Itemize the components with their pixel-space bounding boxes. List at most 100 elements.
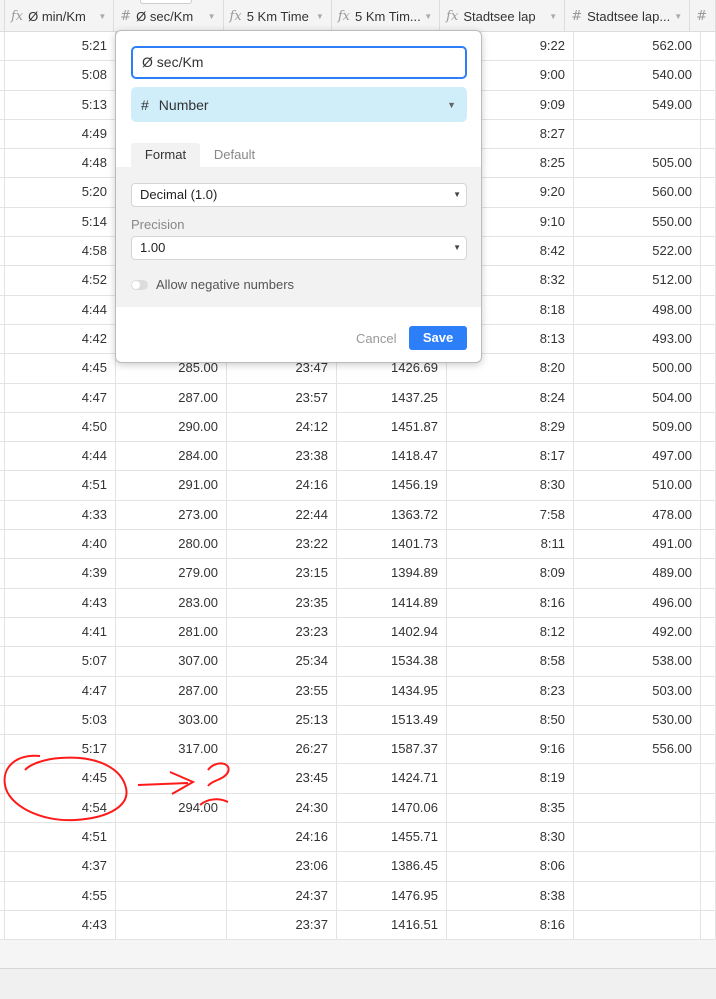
table-cell[interactable]: 538.00: [574, 647, 701, 676]
chevron-down-icon[interactable]: ▼: [316, 12, 324, 21]
table-cell[interactable]: 1451.87: [337, 412, 447, 442]
table-cell[interactable]: [701, 90, 716, 119]
table-cell[interactable]: 281.00: [116, 617, 227, 647]
table-cell[interactable]: [701, 823, 716, 852]
table-cell[interactable]: 23:22: [227, 530, 337, 559]
table-cell[interactable]: [701, 530, 716, 559]
table-cell[interactable]: 522.00: [574, 237, 701, 266]
table-cell[interactable]: 4:44: [5, 295, 116, 324]
table-cell[interactable]: [701, 764, 716, 793]
table-cell[interactable]: 512.00: [574, 266, 701, 295]
table-cell[interactable]: [574, 764, 701, 793]
table-cell[interactable]: [574, 793, 701, 823]
table-cell[interactable]: 290.00: [116, 412, 227, 442]
table-cell[interactable]: 1394.89: [337, 559, 447, 588]
column-header[interactable]: # Ø sec/Km ▼: [114, 0, 224, 32]
table-cell[interactable]: [701, 852, 716, 881]
tab-format[interactable]: Format: [131, 143, 200, 167]
table-cell[interactable]: 493.00: [574, 324, 701, 354]
table-cell[interactable]: 489.00: [574, 559, 701, 588]
chevron-down-icon[interactable]: ▼: [674, 12, 682, 21]
table-cell[interactable]: 4:44: [5, 442, 116, 471]
table-cell[interactable]: [701, 237, 716, 266]
table-cell[interactable]: [701, 793, 716, 823]
table-cell[interactable]: 5:03: [5, 705, 116, 735]
table-cell[interactable]: 500.00: [574, 354, 701, 383]
table-cell[interactable]: 5:14: [5, 207, 116, 237]
table-cell[interactable]: [701, 266, 716, 295]
table-cell[interactable]: 550.00: [574, 207, 701, 237]
table-cell[interactable]: 23:06: [227, 852, 337, 881]
cancel-button[interactable]: Cancel: [356, 331, 396, 346]
table-cell[interactable]: 4:55: [5, 881, 116, 910]
table-cell[interactable]: [701, 910, 716, 940]
table-cell[interactable]: 307.00: [116, 647, 227, 676]
table-cell[interactable]: 1418.47: [337, 442, 447, 471]
table-cell[interactable]: [701, 559, 716, 588]
table-cell[interactable]: 4:43: [5, 910, 116, 940]
table-cell[interactable]: 284.00: [116, 442, 227, 471]
table-cell[interactable]: 492.00: [574, 617, 701, 647]
table-cell[interactable]: 8:06: [447, 852, 574, 881]
table-cell[interactable]: [701, 207, 716, 237]
table-cell[interactable]: 8:11: [447, 530, 574, 559]
table-cell[interactable]: 4:42: [5, 324, 116, 354]
table-cell[interactable]: 303.00: [116, 705, 227, 735]
table-cell[interactable]: 24:37: [227, 881, 337, 910]
table-cell[interactable]: 5:13: [5, 90, 116, 119]
table-cell[interactable]: 23:15: [227, 559, 337, 588]
table-cell[interactable]: 497.00: [574, 442, 701, 471]
table-cell[interactable]: [701, 676, 716, 705]
table-cell[interactable]: 1456.19: [337, 471, 447, 500]
table-cell[interactable]: 4:41: [5, 617, 116, 647]
table-cell[interactable]: 540.00: [574, 61, 701, 90]
table-cell[interactable]: 23:35: [227, 588, 337, 617]
table-cell[interactable]: 8:19: [447, 764, 574, 793]
table-cell[interactable]: 498.00: [574, 295, 701, 324]
table-cell[interactable]: [701, 588, 716, 617]
column-header[interactable]: fx 5 Km Time ▼: [224, 0, 332, 32]
table-cell[interactable]: 279.00: [116, 559, 227, 588]
table-cell[interactable]: 4:52: [5, 266, 116, 295]
table-cell[interactable]: [701, 383, 716, 412]
table-cell[interactable]: 24:12: [227, 412, 337, 442]
table-cell[interactable]: 23:38: [227, 442, 337, 471]
table-cell[interactable]: 283.00: [116, 588, 227, 617]
table-cell[interactable]: 291.00: [116, 471, 227, 500]
table-cell[interactable]: 1476.95: [337, 881, 447, 910]
table-cell[interactable]: [701, 617, 716, 647]
table-cell[interactable]: 1434.95: [337, 676, 447, 705]
table-cell[interactable]: 8:17: [447, 442, 574, 471]
table-cell[interactable]: [701, 500, 716, 530]
table-cell[interactable]: 273.00: [116, 500, 227, 530]
table-cell[interactable]: [574, 119, 701, 149]
table-cell[interactable]: [701, 412, 716, 442]
table-cell[interactable]: 25:13: [227, 705, 337, 735]
table-cell[interactable]: [701, 32, 716, 61]
table-cell[interactable]: 23:37: [227, 910, 337, 940]
table-cell[interactable]: 8:12: [447, 617, 574, 647]
table-cell[interactable]: 7:58: [447, 500, 574, 530]
table-cell[interactable]: 1455.71: [337, 823, 447, 852]
table-cell[interactable]: 22:44: [227, 500, 337, 530]
table-cell[interactable]: 1402.94: [337, 617, 447, 647]
table-cell[interactable]: 4:58: [5, 237, 116, 266]
table-cell[interactable]: 505.00: [574, 149, 701, 178]
table-cell[interactable]: 549.00: [574, 90, 701, 119]
table-cell[interactable]: 4:50: [5, 412, 116, 442]
table-cell[interactable]: [574, 852, 701, 881]
table-cell[interactable]: 23:23: [227, 617, 337, 647]
table-cell[interactable]: 23:57: [227, 383, 337, 412]
column-header[interactable]: fx Ø min/Km ▼: [5, 0, 115, 32]
table-cell[interactable]: 8:58: [447, 647, 574, 676]
table-cell[interactable]: 5:20: [5, 178, 116, 207]
table-cell[interactable]: 4:51: [5, 471, 116, 500]
table-cell[interactable]: [701, 442, 716, 471]
table-cell[interactable]: 4:49: [5, 119, 116, 149]
table-cell[interactable]: 8:23: [447, 676, 574, 705]
table-cell[interactable]: 1437.25: [337, 383, 447, 412]
table-cell[interactable]: 1587.37: [337, 735, 447, 764]
column-header[interactable]: fx 5 Km Tim... ▼: [332, 0, 441, 32]
precision-select[interactable]: 1.00 ▼: [131, 236, 467, 260]
chevron-down-icon[interactable]: ▼: [549, 12, 557, 21]
